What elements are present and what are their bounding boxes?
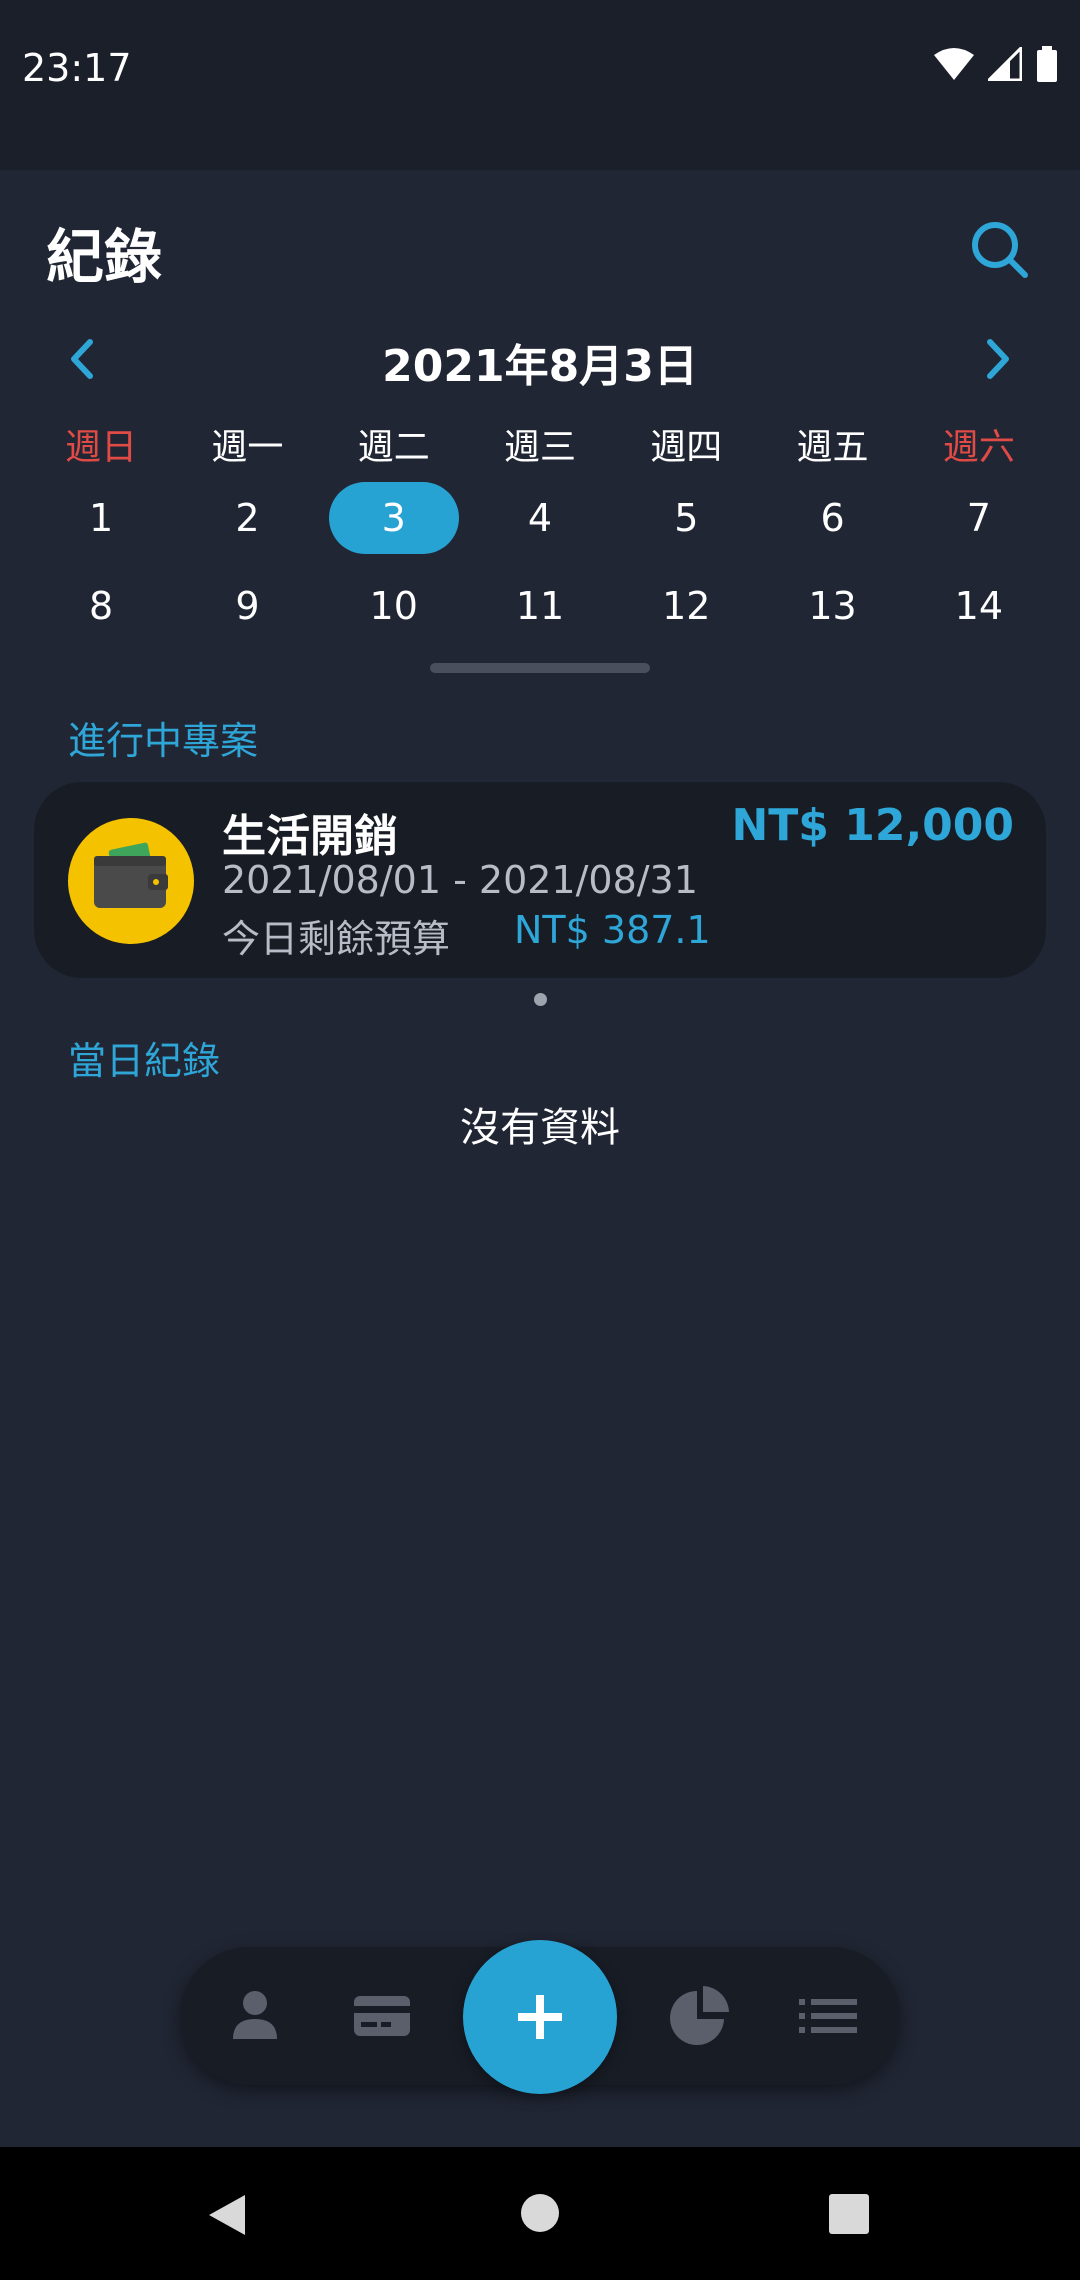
back-triangle-icon xyxy=(209,2195,245,2235)
project-dates: 2021/08/01 - 2021/08/31 xyxy=(222,858,698,902)
calendar-header: 2021年8月3日 xyxy=(0,320,1080,400)
calendar-week-2: 8 9 10 11 12 13 14 xyxy=(0,570,1080,642)
page-title: 紀錄 xyxy=(46,223,163,291)
active-projects-heading: 進行中專案 xyxy=(68,719,259,763)
system-back-button[interactable] xyxy=(205,2193,249,2241)
wifi-icon xyxy=(934,48,974,80)
calendar-day[interactable]: 7 xyxy=(906,482,1052,554)
calendar-day[interactable]: 2 xyxy=(174,482,320,554)
nav-list-button[interactable] xyxy=(793,1981,863,2051)
project-amount: NT$ 12,000 xyxy=(731,800,1014,851)
calendar-day[interactable]: 14 xyxy=(906,570,1052,642)
status-time: 23:17 xyxy=(22,46,132,90)
add-record-button[interactable] xyxy=(463,1940,617,2094)
weekday-thu: 週四 xyxy=(650,427,723,468)
weekday-sun: 週日 xyxy=(65,427,138,468)
calendar-drag-handle[interactable] xyxy=(430,663,650,673)
calendar-day[interactable]: 8 xyxy=(28,570,174,642)
remaining-budget-label: 今日剩餘預算 xyxy=(222,917,451,961)
calendar-week-1: 1 2 3 4 5 6 7 xyxy=(0,482,1080,554)
system-recents-button[interactable] xyxy=(828,2193,870,2239)
wallet-icon xyxy=(68,818,194,944)
search-button[interactable] xyxy=(965,215,1035,285)
pie-chart-icon xyxy=(670,1986,729,2045)
calendar-day-selected[interactable]: 3 xyxy=(321,482,467,554)
person-icon xyxy=(233,1991,277,2039)
weekday-mon: 週一 xyxy=(211,427,284,468)
list-icon xyxy=(799,1999,857,2033)
pager-indicator xyxy=(534,993,547,1006)
weekday-tue: 週二 xyxy=(357,427,430,468)
calendar-day[interactable]: 11 xyxy=(467,570,613,642)
system-navigation-bar xyxy=(0,2147,1080,2280)
home-circle-icon xyxy=(521,2194,559,2232)
weekday-fri: 週五 xyxy=(796,427,869,468)
nav-card-button[interactable] xyxy=(347,1981,417,2051)
chevron-right-icon xyxy=(987,339,1009,379)
card-icon xyxy=(354,1996,410,2036)
nav-person-button[interactable] xyxy=(220,1981,290,2051)
calendar-month-title: 2021年8月3日 xyxy=(382,341,698,392)
weekday-wed: 週三 xyxy=(503,427,576,468)
nav-stats-button[interactable] xyxy=(665,1981,735,2051)
signal-icon xyxy=(988,47,1022,81)
calendar-day[interactable]: 9 xyxy=(174,570,320,642)
project-card[interactable]: 生活開銷 NT$ 12,000 2021/08/01 - 2021/08/31 … xyxy=(34,782,1046,978)
status-icons xyxy=(934,46,1058,82)
weekday-row: 週日 週一 週二 週三 週四 週五 週六 xyxy=(0,418,1080,470)
empty-state-text: 沒有資料 xyxy=(460,1105,620,1151)
calendar-day[interactable]: 13 xyxy=(759,570,905,642)
recents-square-icon xyxy=(829,2194,869,2234)
daily-records-heading: 當日紀錄 xyxy=(68,1039,221,1083)
weekday-sat: 週六 xyxy=(942,427,1015,468)
battery-icon xyxy=(1037,46,1057,82)
calendar-day[interactable]: 12 xyxy=(613,570,759,642)
add-icon xyxy=(518,1995,562,2039)
calendar-day[interactable]: 10 xyxy=(321,570,467,642)
calendar-day[interactable]: 5 xyxy=(613,482,759,554)
status-bar: 23:17 xyxy=(0,0,1080,170)
calendar-day[interactable]: 1 xyxy=(28,482,174,554)
remaining-budget-value: NT$ 387.1 xyxy=(514,908,711,952)
system-home-button[interactable] xyxy=(520,2193,560,2237)
calendar-day[interactable]: 4 xyxy=(467,482,613,554)
calendar-day[interactable]: 6 xyxy=(759,482,905,554)
project-name: 生活開銷 xyxy=(222,811,398,862)
next-month-button[interactable] xyxy=(978,336,1018,382)
search-icon xyxy=(972,222,1028,278)
